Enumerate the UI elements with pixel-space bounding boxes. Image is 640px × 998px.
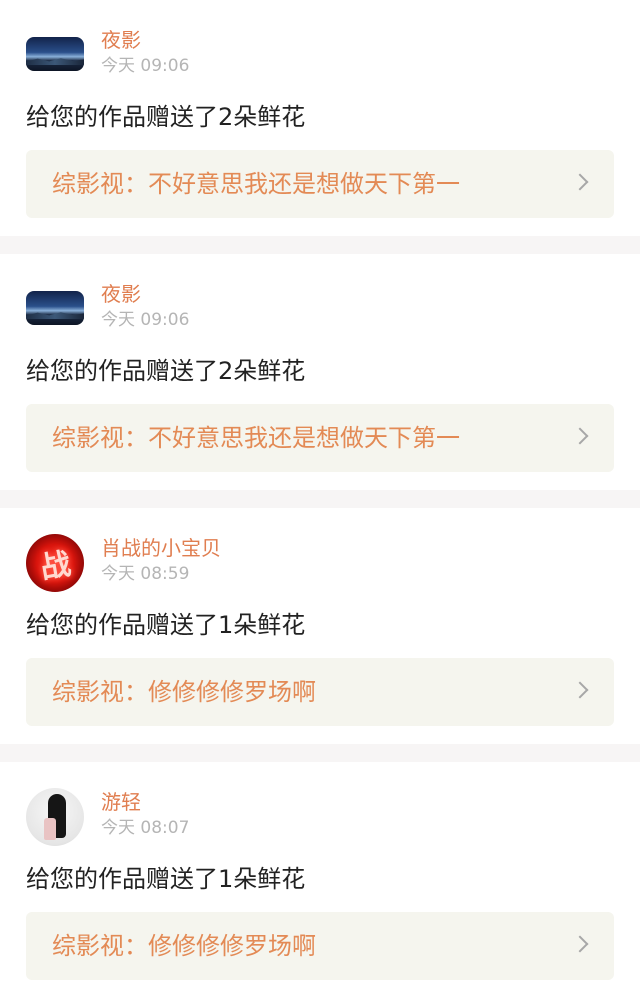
chevron-right-icon <box>571 935 589 953</box>
neon-sign-icon: 战 <box>37 546 74 587</box>
divider <box>0 744 640 762</box>
user-avatar[interactable] <box>26 37 84 71</box>
timestamp: 今天 08:59 <box>101 564 190 584</box>
gift-message: 给您的作品赠送了1朵鲜花 <box>26 611 306 639</box>
timestamp: 今天 09:06 <box>101 310 190 330</box>
work-title: 综影视：不好意思我还是想做天下第一 <box>52 170 460 198</box>
chevron-right-icon <box>571 427 589 445</box>
user-name[interactable]: 夜影 <box>101 28 141 52</box>
gift-message: 给您的作品赠送了2朵鲜花 <box>26 103 306 131</box>
notification-item: 夜影 今天 09:06 给您的作品赠送了2朵鲜花 综影视：不好意思我还是想做天下… <box>0 0 640 236</box>
divider <box>0 490 640 508</box>
divider <box>0 236 640 254</box>
user-name[interactable]: 夜影 <box>101 282 141 306</box>
work-reference-link[interactable]: 综影视：修修修修罗场啊 <box>26 912 614 980</box>
work-reference-link[interactable]: 综影视：不好意思我还是想做天下第一 <box>26 150 614 218</box>
notification-item: 游轻 今天 08:07 给您的作品赠送了1朵鲜花 综影视：修修修修罗场啊 <box>0 762 640 998</box>
chevron-right-icon <box>571 681 589 699</box>
work-title: 综影视：不好意思我还是想做天下第一 <box>52 424 460 452</box>
work-reference-link[interactable]: 综影视：修修修修罗场啊 <box>26 658 614 726</box>
gift-message: 给您的作品赠送了2朵鲜花 <box>26 357 306 385</box>
notification-item: 战 肖战的小宝贝 今天 08:59 给您的作品赠送了1朵鲜花 综影视：修修修修罗… <box>0 508 640 744</box>
user-avatar[interactable] <box>26 291 84 325</box>
notification-item: 夜影 今天 09:06 给您的作品赠送了2朵鲜花 综影视：不好意思我还是想做天下… <box>0 254 640 490</box>
work-reference-link[interactable]: 综影视：不好意思我还是想做天下第一 <box>26 404 614 472</box>
user-name[interactable]: 游轻 <box>101 790 141 814</box>
user-avatar[interactable]: 战 <box>26 534 84 592</box>
chevron-right-icon <box>571 173 589 191</box>
user-avatar[interactable] <box>26 788 84 846</box>
gift-message: 给您的作品赠送了1朵鲜花 <box>26 865 306 893</box>
work-title: 综影视：修修修修罗场啊 <box>52 678 316 706</box>
work-title: 综影视：修修修修罗场啊 <box>52 932 316 960</box>
timestamp: 今天 09:06 <box>101 56 190 76</box>
notification-feed: 夜影 今天 09:06 给您的作品赠送了2朵鲜花 综影视：不好意思我还是想做天下… <box>0 0 640 998</box>
user-name[interactable]: 肖战的小宝贝 <box>101 536 221 560</box>
timestamp: 今天 08:07 <box>101 818 190 838</box>
